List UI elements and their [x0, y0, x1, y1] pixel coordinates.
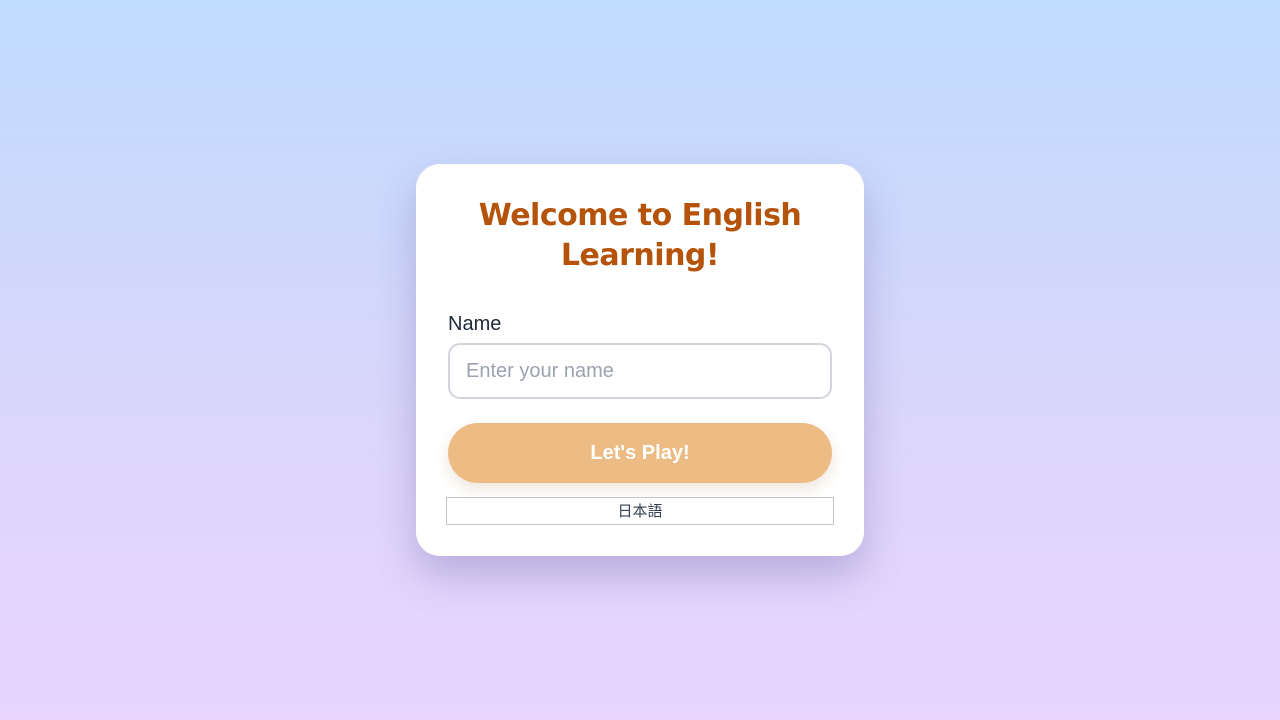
page-title: Welcome to English Learning!: [448, 196, 832, 276]
name-input[interactable]: [448, 343, 832, 399]
name-label: Name: [448, 313, 502, 335]
title-line-2: Learning!: [560, 238, 720, 273]
welcome-card: Welcome to English Learning! Name Let's …: [416, 164, 864, 556]
lets-play-button[interactable]: Let's Play!: [448, 423, 832, 483]
language-toggle-button[interactable]: 日本語: [446, 497, 834, 525]
title-line-1: Welcome to English: [478, 198, 802, 233]
